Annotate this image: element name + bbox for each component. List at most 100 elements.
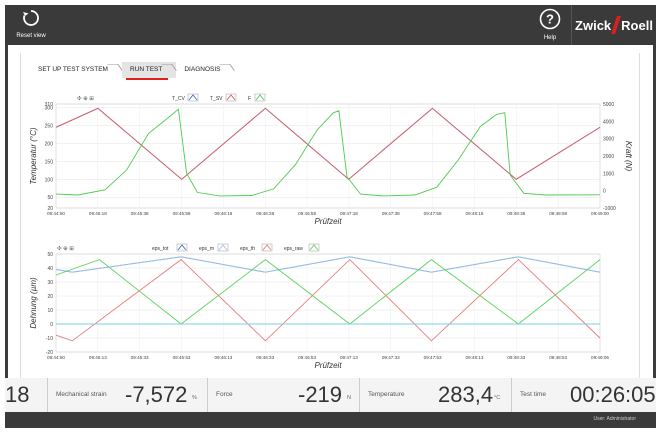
force-value: -219 (298, 382, 343, 407)
logo-word-right: Roell (621, 17, 653, 33)
x-tick-label: 09:48:33 (507, 355, 525, 360)
mechanical-strain-label: Mechanical strain (56, 391, 107, 398)
status-cell-force: Force -219 N (208, 378, 360, 412)
y-tick-label: 50 (47, 195, 53, 201)
y-tick-label: 20 (47, 294, 53, 300)
legend-label: eps_th (240, 246, 255, 252)
x-tick-label: 09:47:13 (340, 355, 358, 360)
app-window: Reset view ? Help Zwick Roell SET UP TES… (5, 5, 656, 428)
top-toolbar: Reset view ? Help Zwick Roell (5, 5, 656, 45)
temperature-unit: °C (494, 395, 501, 401)
main-content: SET UP TEST SYSTEM RUN TEST DIAGNOSIS 20… (8, 45, 653, 378)
test-time-label: Test time (520, 391, 547, 398)
strain-chart: -20-100102030405009:44:50 09:45:13 09:45:3… (29, 243, 609, 370)
x-tick-label: 09:48:53 (549, 355, 567, 360)
logo-word-left: Zwick (575, 17, 612, 33)
refresh-icon (23, 10, 39, 26)
status-cell-partial: 18 (5, 378, 48, 412)
y-tick-label: 10 (47, 308, 53, 314)
breadcrumb-setup-label: SET UP TEST SYSTEM (38, 66, 108, 73)
breadcrumb-diagnosis-label: DIAGNOSIS (184, 66, 221, 73)
x-tick-label: 09:46:38 (256, 211, 274, 216)
status-partial-value: 18 (5, 382, 30, 407)
x-tick-label: 09:47:53 (424, 355, 442, 360)
x-tick-label: 09:48:58 (549, 211, 567, 216)
legend-label: T_CV (172, 96, 185, 102)
y-tick-label: 30 (47, 280, 53, 286)
temperature-force-chart: 2050100150200250300310-10000100020003000… (29, 93, 633, 226)
x-tick-label: 09:46:53 (298, 355, 316, 360)
y-tick-label: 0 (50, 322, 53, 328)
x-tick-label: 09:48:18 (466, 211, 484, 216)
y-tick-label: 50 (47, 252, 53, 258)
status-cell-strain: Mechanical strain -7,572 % (48, 378, 208, 412)
x-axis-title: Prüfzeit (314, 217, 342, 226)
x-tick-label: 09:47:58 (424, 211, 442, 216)
y-tick-label: -10 (46, 336, 53, 342)
mechanical-strain-unit: % (192, 395, 197, 401)
plot-tools-icon: ✣ ⊕ ⊞ (77, 95, 94, 102)
x-tick-label: 09:45:33 (131, 355, 149, 360)
x-tick-label: 09:45:38 (131, 211, 149, 216)
active-underline (125, 78, 169, 80)
reset-view-label: Reset view (16, 33, 46, 39)
status-cell-temperature: Temperature 283,4 °C (360, 378, 512, 412)
x-tick-label: 09:47:33 (382, 355, 400, 360)
y-axis-title: Temperatur (°C) (29, 127, 38, 184)
reset-view-button[interactable]: Reset view (11, 9, 51, 43)
brand-logo: Zwick Roell (571, 5, 656, 45)
help-label: Help (543, 35, 557, 41)
x-axis-title: Prüfzeit (314, 361, 342, 370)
x-tick-label: 09:45:58 (173, 211, 191, 216)
legend-label: T_SV (210, 96, 223, 102)
x-tick-label: 09:45:13 (89, 355, 107, 360)
x-tick-label: 09:46:33 (256, 355, 274, 360)
y2-tick-label: 3000 (603, 137, 614, 143)
y2-tick-label: 1000 (603, 171, 614, 177)
y2-tick-label: 2000 (603, 154, 614, 160)
y-tick-label: 100 (45, 177, 54, 183)
temperature-value: 283,4 (438, 382, 494, 407)
x-tick-label: 09:45:53 (173, 355, 191, 360)
x-tick-label: 09:48:13 (466, 355, 484, 360)
svg-text:?: ? (546, 12, 554, 27)
x-tick-label: 09:47:38 (382, 211, 400, 216)
x-tick-label: 09:49:00 (591, 211, 609, 216)
force-label: Force (216, 391, 233, 398)
y-tick-label: 40 (47, 266, 53, 272)
plot-area (55, 103, 601, 209)
y-tick-label: 310 (45, 102, 54, 108)
y2-tick-label: 4000 (603, 119, 614, 125)
status-cell-test-time: Test time 00:26:05 (512, 378, 656, 412)
y-axis-title: Dehnung (µm) (29, 277, 38, 329)
plot-area (55, 253, 601, 353)
y2-axis-title: Kraft (N) (624, 141, 633, 172)
y-tick-label: 200 (45, 141, 54, 147)
mechanical-strain-value: -7,572 (125, 382, 188, 407)
x-tick-label: 09:46:58 (298, 211, 316, 216)
bottom-bar: User: Administrator (5, 412, 656, 428)
x-tick-label: 09:49:06 (591, 355, 609, 360)
x-tick-label: 09:44:50 (47, 355, 65, 360)
x-tick-label: 09:48:38 (507, 211, 525, 216)
logo-slash-icon (611, 16, 622, 34)
legend-label: eps_raw (284, 246, 303, 252)
y-tick-label: 150 (45, 159, 54, 165)
y2-tick-label: 0 (603, 189, 606, 195)
y2-tick-label: 5000 (603, 102, 614, 108)
test-time-value: 00:26:05 (570, 382, 656, 407)
legend-label: eps_tot (152, 246, 169, 252)
legend-label: F (248, 96, 251, 102)
force-unit: N (347, 395, 351, 401)
breadcrumb-diagnosis[interactable]: DIAGNOSIS (176, 62, 234, 78)
breadcrumb-run-test-label: RUN TEST (129, 66, 163, 73)
help-button[interactable]: ? Help (535, 8, 565, 42)
plot-tools-icon: ✣ ⊕ ⊞ (57, 245, 74, 252)
legend-label: eps_m (199, 246, 214, 252)
breadcrumb-run-test[interactable]: RUN TEST (121, 62, 177, 80)
breadcrumb-setup[interactable]: SET UP TEST SYSTEM (30, 62, 122, 78)
y-tick-label: 250 (45, 124, 54, 130)
x-tick-label: 09:46:13 (214, 355, 232, 360)
x-tick-label: 09:46:18 (214, 211, 232, 216)
x-tick-label: 09:44:50 (47, 211, 65, 216)
